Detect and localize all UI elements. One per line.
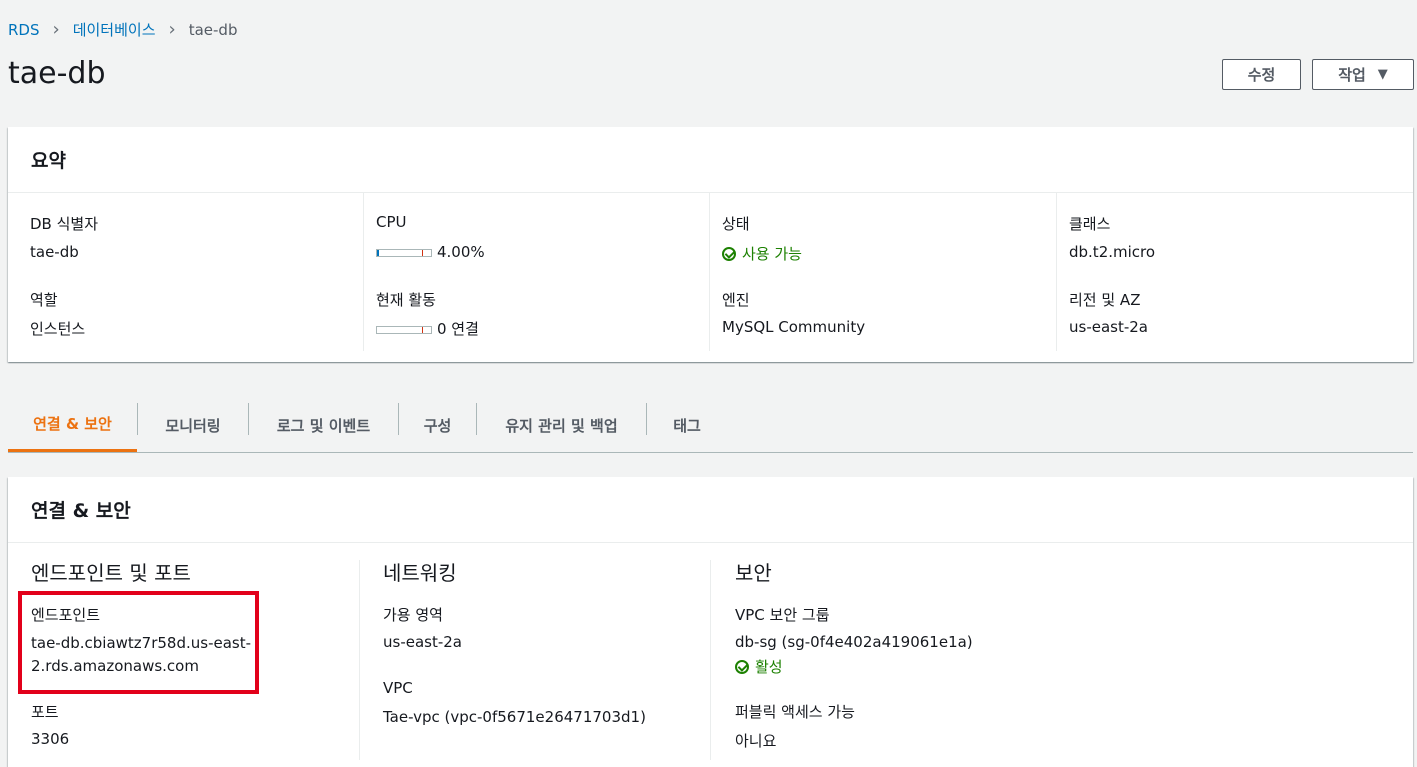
az-label: 가용 영역 xyxy=(383,606,443,624)
region-label: 리전 및 AZ xyxy=(1069,291,1141,309)
chevron-right-icon: › xyxy=(168,19,176,40)
summary-col-3: 상태 사용 가능 엔진 MySQL Community xyxy=(709,193,1057,351)
page-title: tae-db xyxy=(8,56,106,91)
networking-section-title: 네트워킹 xyxy=(383,561,457,585)
activity-value: 0 연결 xyxy=(376,318,479,339)
db-id-value: tae-db xyxy=(30,243,79,261)
activity-bar xyxy=(376,325,432,334)
actions-button[interactable]: 작업 ▼ xyxy=(1312,59,1414,90)
cpu-value: 4.00% xyxy=(376,243,485,261)
tab-tags[interactable]: 태그 xyxy=(647,398,727,452)
connectivity-title: 연결 & 보안 xyxy=(8,477,1413,543)
activity-text: 0 연결 xyxy=(437,320,479,338)
check-circle-icon xyxy=(735,659,749,674)
activity-label: 현재 활동 xyxy=(376,291,436,309)
status-value: 사용 가능 xyxy=(722,243,802,264)
class-label: 클래스 xyxy=(1069,215,1111,233)
breadcrumb-rds[interactable]: RDS xyxy=(8,21,40,39)
cpu-bar-fill xyxy=(377,249,379,256)
modify-button[interactable]: 수정 xyxy=(1222,59,1301,90)
summary-col-1: DB 식별자 tae-db 역할 인스턴스 xyxy=(8,193,363,351)
tab-configuration[interactable]: 구성 xyxy=(399,398,476,452)
sg-link[interactable]: db-sg (sg-0f4e402a419061e1a) xyxy=(735,633,973,651)
endpoint-highlight-box xyxy=(18,591,259,694)
summary-col-2: CPU 4.00% 현재 활동 0 연결 xyxy=(363,193,710,351)
breadcrumb-databases[interactable]: 데이터베이스 xyxy=(73,19,156,40)
sg-label: VPC 보안 그룹 xyxy=(735,606,830,624)
tab-logs-events[interactable]: 로그 및 이벤트 xyxy=(249,398,398,452)
port-value: 3306 xyxy=(31,730,70,748)
public-access-label: 퍼블릭 액세스 가능 xyxy=(735,703,855,721)
cpu-label: CPU xyxy=(376,213,407,231)
actions-button-label: 작업 xyxy=(1338,66,1366,84)
tab-connectivity[interactable]: 연결 & 보안 xyxy=(8,398,137,452)
check-circle-icon xyxy=(722,246,736,261)
az-value: us-east-2a xyxy=(383,633,462,651)
breadcrumb: RDS › 데이터베이스 › tae-db xyxy=(8,19,237,40)
sg-status-text: 활성 xyxy=(755,658,783,676)
role-label: 역할 xyxy=(30,291,58,309)
detail-tabs: 연결 & 보안 모니터링 로그 및 이벤트 구성 유지 관리 및 백업 태그 xyxy=(8,398,1413,453)
port-label: 포트 xyxy=(31,703,59,721)
activity-bar-threshold xyxy=(422,326,423,333)
cpu-text: 4.00% xyxy=(437,243,485,261)
vpc-link[interactable]: Tae-vpc (vpc-0f5671e26471703d1) xyxy=(383,708,646,726)
engine-label: 엔진 xyxy=(722,291,750,309)
status-text: 사용 가능 xyxy=(742,245,802,263)
breadcrumb-current: tae-db xyxy=(188,20,238,39)
status-label: 상태 xyxy=(722,215,750,233)
sg-status: 활성 xyxy=(735,656,783,677)
tab-maintenance-backup[interactable]: 유지 관리 및 백업 xyxy=(477,398,646,452)
summary-card: 요약 DB 식별자 tae-db 역할 인스턴스 CPU 4.00% 현재 활동… xyxy=(8,127,1413,362)
connectivity-card: 연결 & 보안 엔드포인트 및 포트 엔드포인트 tae-db.cbiawtz7… xyxy=(8,477,1413,767)
column-divider xyxy=(710,560,711,760)
summary-col-4: 클래스 db.t2.micro 리전 및 AZ us-east-2a xyxy=(1056,193,1414,351)
db-id-label: DB 식별자 xyxy=(30,215,99,233)
tab-monitoring[interactable]: 모니터링 xyxy=(138,398,248,452)
modify-button-label: 수정 xyxy=(1247,66,1276,84)
cpu-bar xyxy=(376,248,432,257)
chevron-right-icon: › xyxy=(52,19,60,40)
role-value: 인스턴스 xyxy=(30,320,86,338)
security-section-title: 보안 xyxy=(735,561,772,585)
class-value: db.t2.micro xyxy=(1069,243,1156,261)
endpoint-section-title: 엔드포인트 및 포트 xyxy=(31,561,191,585)
vpc-label: VPC xyxy=(383,679,413,697)
caret-down-icon: ▼ xyxy=(1377,67,1388,82)
region-value: us-east-2a xyxy=(1069,318,1148,336)
summary-title: 요약 xyxy=(8,127,1413,193)
column-divider xyxy=(359,560,360,760)
cpu-bar-threshold xyxy=(422,249,423,256)
engine-value: MySQL Community xyxy=(722,318,866,336)
